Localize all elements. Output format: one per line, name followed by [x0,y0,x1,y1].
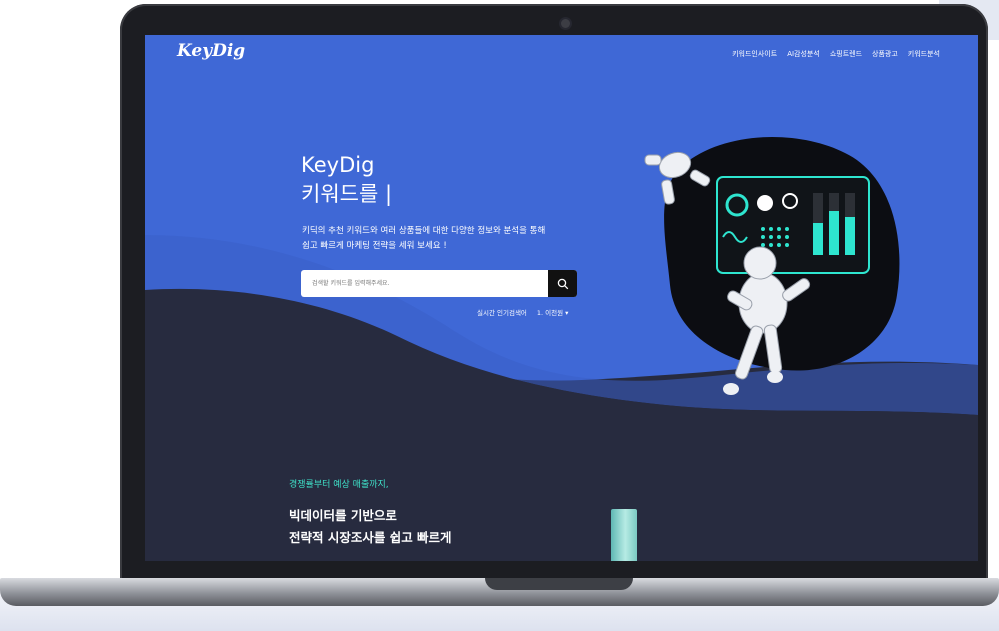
nav-shopping-trend[interactable]: 쇼핑트렌드 [830,49,862,59]
description-line: 쉽고 빠르게 마케팅 전략을 세워 보세요 ! [302,241,447,251]
search-bar [301,270,577,297]
realtime-label: 실시간 인기검색어 [477,309,527,317]
section-subtitle: 경쟁률부터 예상 매출까지, [289,480,389,490]
section-heading: 전략적 시장조사를 쉽고 빠르게 [289,530,452,545]
top-nav: 키워드인사이트 AI감성분석 쇼핑트렌드 상품광고 키워드분석 [732,49,940,59]
realtime-top-keyword[interactable]: 1. 이천원 ▾ [537,307,569,317]
nav-keyword-insight[interactable]: 키워드인사이트 [732,49,777,59]
cylinder-graphic [611,509,637,561]
laptop-notch [485,578,633,590]
search-icon [557,278,568,289]
description-line: 키딕의 추천 키워드와 여러 상품들에 대한 다양한 정보와 분석을 통해 [302,226,546,236]
site-logo[interactable]: KeyDig [177,41,245,61]
hero-section: KeyDig 키워드인사이트 AI감성분석 쇼핑트렌드 상품광고 키워드분석 K… [145,35,978,465]
nav-product-ads[interactable]: 상품광고 [872,49,898,59]
hero-description: 키딕의 추천 키워드와 여러 상품들에 대한 다양한 정보와 분석을 통해 쉽고… [302,224,602,254]
hero-title: KeyDig [301,153,375,177]
laptop-screen: KeyDig 키워드인사이트 AI감성분석 쇼핑트렌드 상품광고 키워드분석 K… [145,35,978,561]
nav-ai-sentiment[interactable]: AI감성분석 [787,49,820,59]
astronaut-illustration [644,137,900,395]
webcam [561,19,570,28]
nav-keyword-analysis[interactable]: 키워드분석 [908,49,940,59]
search-input[interactable] [301,270,552,297]
search-button[interactable] [548,270,577,297]
hero-subtitle: 키워드를 | [301,182,393,206]
section-heading: 빅데이터를 기반으로 [289,508,397,523]
realtime-popular: 실시간 인기검색어 1. 이천원 ▾ [477,307,568,317]
